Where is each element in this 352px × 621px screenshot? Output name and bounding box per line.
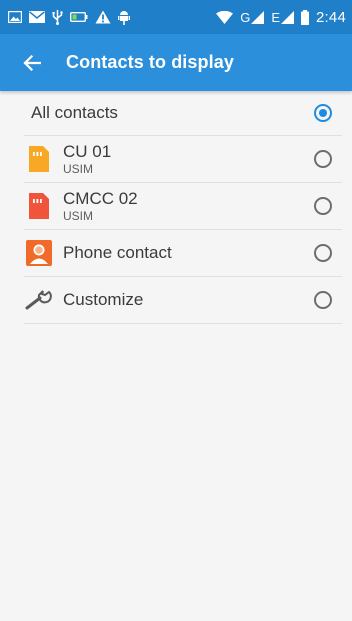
wrench-icon [24,285,54,315]
phone-contact-icon [24,238,54,268]
radio-sim-cu01[interactable] [314,150,332,168]
option-label: Phone contact [63,243,172,262]
option-sublabel: USIM [63,209,93,223]
usb-icon [52,9,63,25]
back-button[interactable] [18,49,46,77]
image-icon [8,9,22,25]
signal-icon [251,10,265,24]
status-notifications [8,9,130,25]
option-text: CMCC 02 USIM [63,189,342,223]
option-phone-contact[interactable]: Phone contact [24,230,342,277]
warning-icon [95,9,111,25]
sim-card-icon [24,191,54,221]
option-label: All contacts [31,103,118,122]
status-bar: G E 2:44 [0,0,352,34]
radio-all-contacts[interactable] [314,104,332,122]
network-type-g: G [240,9,251,25]
signal-2: E [271,9,294,25]
option-customize[interactable]: Customize [24,277,342,324]
app-bar: Contacts to display [0,34,352,91]
option-sublabel: USIM [63,162,93,176]
signal-icon [281,10,294,24]
radio-phone-contact[interactable] [314,244,332,262]
option-label: CMCC 02 [63,189,138,208]
option-text: Phone contact [63,243,342,263]
mail-icon [29,9,45,25]
option-sim-cmcc02[interactable]: CMCC 02 USIM [24,183,342,230]
battery-saver-icon [70,9,88,25]
arrow-left-icon [23,54,41,71]
signal-1: G [240,9,265,25]
status-time: 2:44 [316,8,346,26]
contacts-filter-list: All contacts CU 01 USIM CMCC 02 USIM Pho… [24,91,342,324]
battery-icon [301,9,309,25]
page-title: Contacts to display [66,52,234,72]
option-label: Customize [63,290,144,309]
network-type-e: E [271,9,280,25]
status-system: G E 2:44 [216,9,346,26]
radio-sim-cmcc02[interactable] [314,197,332,215]
option-text: CU 01 USIM [63,142,342,176]
option-label: CU 01 [63,142,112,161]
sim-card-icon [24,144,54,174]
wifi-icon [216,9,234,25]
radio-customize[interactable] [314,291,332,309]
option-all-contacts[interactable]: All contacts [24,91,342,136]
option-text: All contacts [24,103,342,123]
option-sim-cu01[interactable]: CU 01 USIM [24,136,342,183]
option-text: Customize [63,290,342,310]
android-debug-icon [118,9,130,25]
